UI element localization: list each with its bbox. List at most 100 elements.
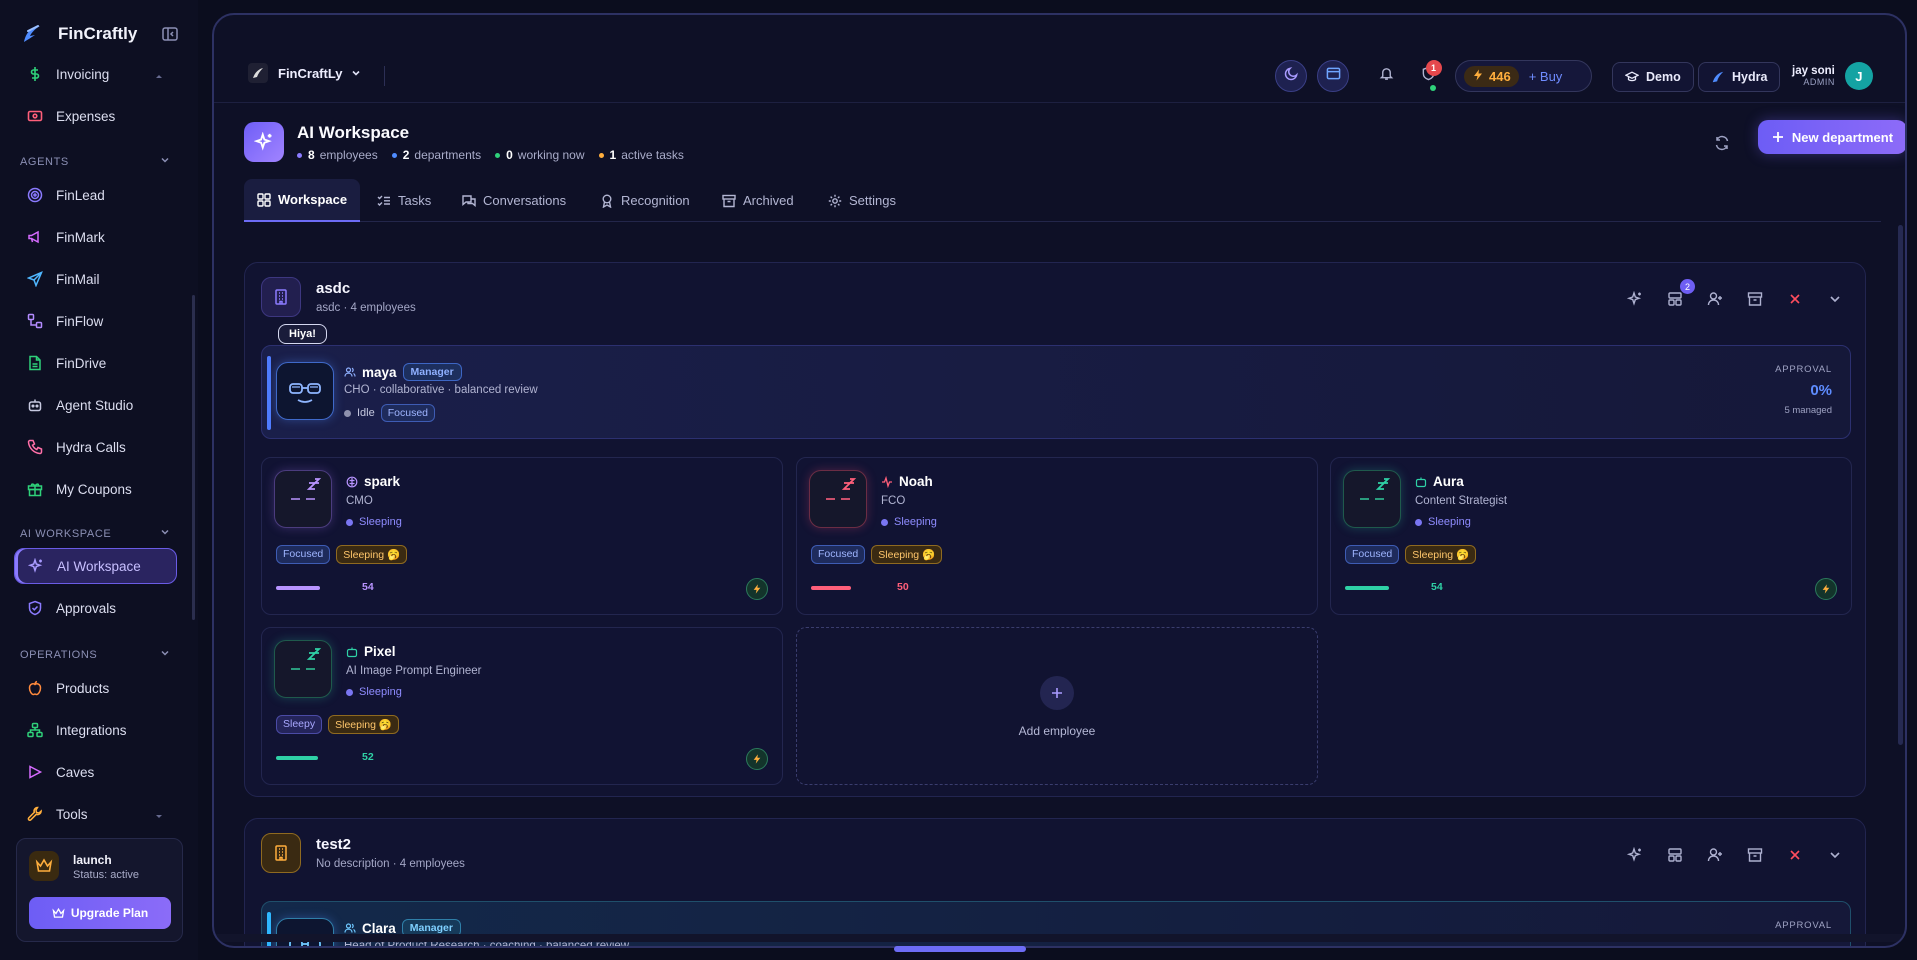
sidebar-item-agent-studio[interactable]: Agent Studio — [14, 387, 177, 423]
sidebar-item-caves[interactable]: Caves — [14, 754, 177, 790]
demo-label: Demo — [1646, 70, 1681, 84]
sparkles-icon[interactable] — [1625, 289, 1645, 309]
sidebar-item-expenses[interactable]: Expenses — [14, 98, 177, 134]
security-alerts-button[interactable]: 1 — [1416, 60, 1442, 92]
sidebar-item-finlead[interactable]: FinLead — [14, 177, 177, 213]
section-agents[interactable]: AGENTS — [20, 155, 170, 168]
tab-workspace[interactable]: Workspace — [244, 179, 361, 222]
chevron-up-icon[interactable] — [155, 68, 163, 83]
sidebar-item-hydra-calls[interactable]: Hydra Calls — [14, 429, 177, 465]
tab-conversations[interactable]: Conversations — [462, 179, 566, 222]
sidebar-collapse-icon[interactable] — [161, 25, 179, 43]
user-menu[interactable]: jay soni ADMIN J — [1792, 62, 1873, 90]
chevron-down-icon[interactable] — [1825, 845, 1845, 865]
shield-icon: 1 — [1421, 60, 1442, 91]
sparkles-icon[interactable] — [1625, 845, 1645, 865]
page-title: AI Workspace — [297, 123, 410, 142]
layout-icon[interactable]: 2 — [1665, 279, 1695, 309]
sidebar-item-label: FinDrive — [56, 355, 107, 371]
user-role: ADMIN — [1803, 77, 1835, 87]
stat-working-now: 0 working now — [495, 148, 585, 162]
employee-tags: Sleepy Sleeping 🥱 — [276, 715, 399, 734]
content-scrollbar[interactable] — [1898, 225, 1903, 745]
upgrade-plan-button[interactable]: Upgrade Plan — [29, 897, 171, 929]
lightning-icon[interactable] — [746, 748, 768, 770]
energy-bar — [1345, 586, 1389, 590]
theme-toggle-button[interactable] — [1275, 60, 1307, 92]
tab-archived[interactable]: Archived — [722, 179, 794, 222]
archive-icon[interactable] — [1745, 845, 1765, 865]
close-icon[interactable] — [1785, 845, 1805, 865]
lightning-icon[interactable] — [1815, 578, 1837, 600]
sidebar-scrollbar[interactable] — [192, 295, 195, 620]
employee-name-row: spark — [346, 474, 400, 489]
user-name: jay soni — [1792, 65, 1835, 77]
tab-tasks[interactable]: Tasks — [377, 179, 431, 222]
hydra-button[interactable]: Hydra — [1698, 62, 1781, 92]
graduation-cap-icon — [1625, 70, 1639, 84]
stat-dot — [495, 152, 501, 158]
archive-icon[interactable] — [1745, 289, 1765, 309]
tab-settings[interactable]: Settings — [828, 179, 896, 222]
section-operations[interactable]: OPERATIONS — [20, 648, 170, 661]
bot-icon — [1415, 476, 1427, 488]
manager-name: maya — [362, 364, 397, 380]
lightning-icon[interactable] — [746, 578, 768, 600]
employee-name: Noah — [899, 474, 933, 489]
employee-card-aura[interactable]: Aura Content Strategist Sleeping Focused… — [1330, 457, 1852, 615]
hydra-label: Hydra — [1732, 70, 1768, 84]
refresh-icon[interactable] — [1714, 135, 1730, 156]
sidebar-item-integrations[interactable]: Integrations — [14, 712, 177, 748]
demo-button[interactable]: Demo — [1612, 62, 1694, 92]
stat-value: 0 — [506, 148, 513, 162]
sidebar-item-my-coupons[interactable]: My Coupons — [14, 471, 177, 507]
user-plus-icon[interactable] — [1705, 289, 1725, 309]
sidebar-item-invoicing[interactable]: Invoicing — [14, 56, 177, 92]
departments-list: asdc asdc · 4 employees 2 Hiya! maya Man… — [244, 245, 1891, 946]
employee-name-row: Pixel — [346, 644, 396, 659]
close-icon[interactable] — [1785, 289, 1805, 309]
sidebar-item-approvals[interactable]: Approvals — [14, 590, 177, 626]
new-department-button[interactable]: New department — [1758, 120, 1905, 154]
layout-icon[interactable] — [1665, 845, 1685, 865]
sidebar-item-ai-workspace[interactable]: AI Workspace — [14, 548, 177, 584]
sidebar-item-tools[interactable]: Tools — [14, 796, 177, 832]
tab-label: Recognition — [621, 193, 690, 208]
chevron-down-icon[interactable] — [1825, 289, 1845, 309]
buy-credits-button[interactable]: + Buy — [1529, 69, 1563, 84]
stat-label: active tasks — [621, 148, 684, 162]
notifications-button[interactable] — [1374, 60, 1398, 92]
status-badge: Sleeping 🥱 — [871, 545, 943, 564]
workspace-switcher[interactable]: FinCraftLy — [248, 63, 361, 83]
chevron-down-icon[interactable] — [155, 809, 163, 824]
shield-check-icon — [26, 599, 44, 617]
manager-status: Idle Focused — [344, 404, 436, 422]
section-ai-workspace[interactable]: AI WORKSPACE — [20, 527, 170, 540]
avatar[interactable]: J — [1844, 62, 1873, 90]
employee-card-pixel[interactable]: Pixel AI Image Prompt Engineer Sleeping … — [261, 627, 783, 785]
sidebar-item-finmail[interactable]: FinMail — [14, 261, 177, 297]
sidebar-item-finmark[interactable]: FinMark — [14, 219, 177, 255]
horizontal-scrollbar[interactable] — [214, 934, 1904, 942]
user-plus-icon[interactable] — [1705, 845, 1725, 865]
add-employee-card[interactable]: Add employee — [796, 627, 1318, 785]
sidebar-item-findrive[interactable]: FinDrive — [14, 345, 177, 381]
manager-subtitle: CHO · collaborative · balanced review — [344, 384, 538, 396]
window-button[interactable] — [1317, 60, 1349, 92]
sidebar-item-products[interactable]: Products — [14, 670, 177, 706]
manager-card[interactable]: Hiya! maya Manager CHO · collaborative ·… — [261, 324, 1851, 439]
employee-card-spark[interactable]: spark CMO Sleeping Focused Sleeping 🥱 54 — [261, 457, 783, 615]
notification-badge: 1 — [1425, 60, 1442, 76]
sidebar-item-label: FinFlow — [56, 313, 104, 329]
status-badge: Sleeping 🥱 — [328, 715, 399, 734]
tab-recognition[interactable]: Recognition — [600, 179, 690, 222]
file-icon — [26, 354, 44, 372]
approval-summary: APPROVAL — [1775, 920, 1832, 931]
sidebar-item-finflow[interactable]: FinFlow — [14, 303, 177, 339]
users-icon — [344, 922, 356, 934]
brand[interactable]: FinCraftly — [20, 20, 137, 48]
users-icon — [344, 366, 356, 378]
chat-icon — [462, 194, 476, 208]
credits-pill[interactable]: 446 + Buy — [1455, 60, 1592, 92]
employee-card-noah[interactable]: Noah FCO Sleeping Focused Sleeping 🥱 50 — [796, 457, 1318, 615]
